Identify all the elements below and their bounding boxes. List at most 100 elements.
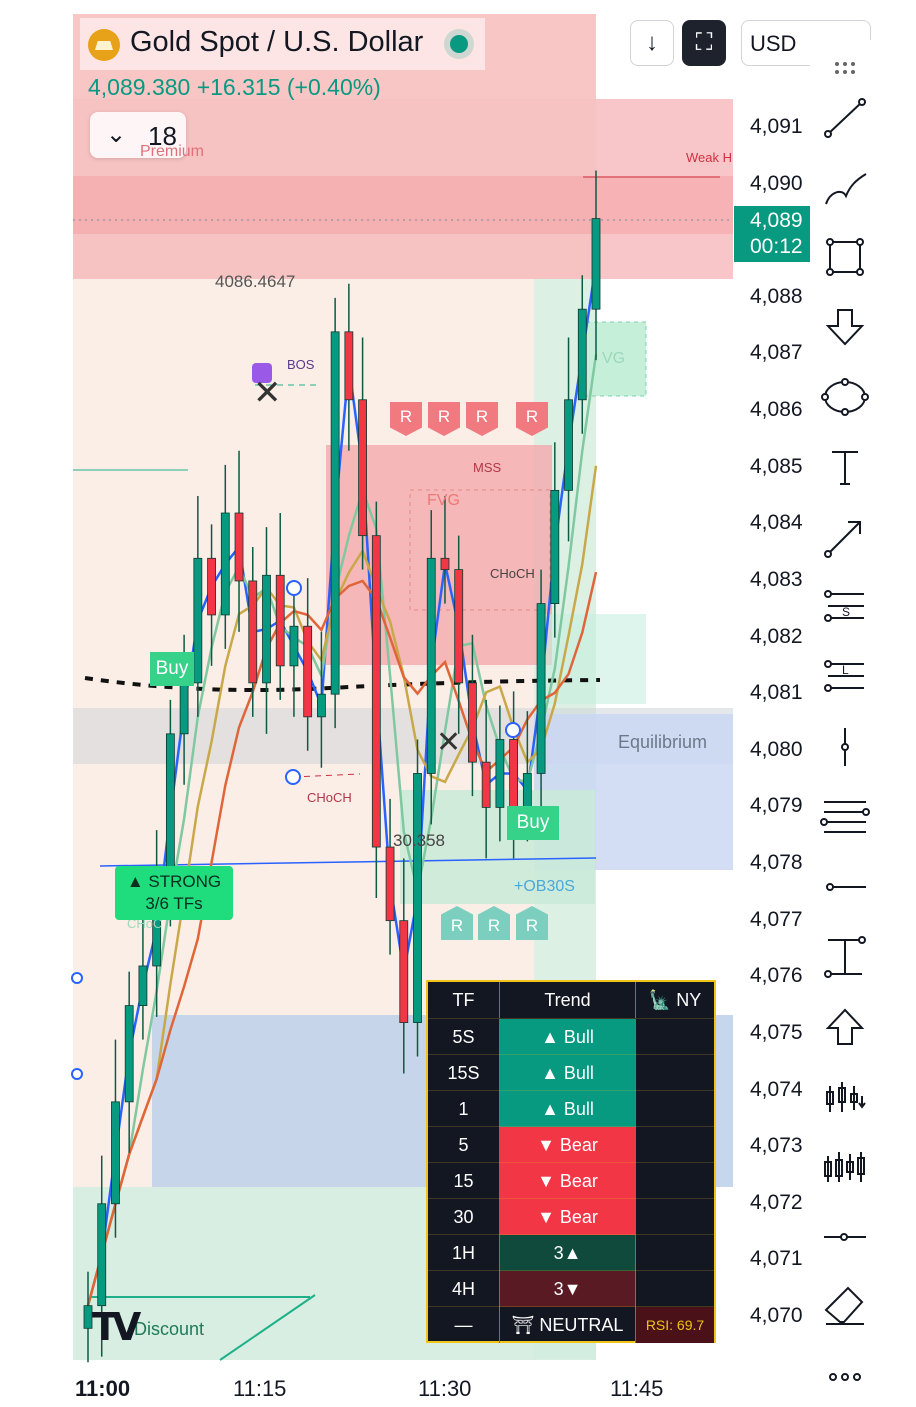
weak-high-zone <box>73 176 733 234</box>
horizontal-line-icon[interactable] <box>820 862 870 912</box>
candle-body <box>440 557 450 571</box>
swing-point-marker <box>71 972 83 984</box>
rsi-value: RSI: 69.7 <box>636 1307 714 1343</box>
market-open-icon <box>450 35 468 53</box>
candle-body <box>591 218 601 310</box>
trend-table: TF Trend 🗽 NY 5S ▲ Bull 15S ▲ Bull 1 ▲ Bull 5 ▼… <box>426 980 716 1343</box>
tf-cell: 1 <box>428 1091 500 1127</box>
trend-cell: ▼ Bear <box>500 1127 636 1163</box>
fib-retracement-icon[interactable] <box>820 792 870 842</box>
trend-cell: ▲ Bull <box>500 1019 636 1055</box>
horizontal-ray-icon[interactable] <box>820 1212 870 1262</box>
volume-profile-icon[interactable] <box>820 1072 870 1122</box>
price-tick: 4,080 <box>750 737 803 761</box>
candle-body <box>248 580 258 684</box>
arrow-down-icon[interactable] <box>820 302 870 352</box>
candle-body <box>124 1005 134 1103</box>
tf-cell: 5 <box>428 1127 500 1163</box>
trend-row: 30 ▼ Bear <box>428 1198 714 1235</box>
arrow-down-icon: ↓ <box>646 29 658 56</box>
tf-cell: 30 <box>428 1199 500 1235</box>
price-tick: 4,083 <box>750 567 803 591</box>
vertical-line-icon[interactable] <box>820 722 870 772</box>
fvg-label-2: VG <box>602 350 626 367</box>
download-button[interactable]: ↓ <box>630 20 674 66</box>
candle-body <box>358 399 367 537</box>
price-tick: 4,078 <box>750 851 803 875</box>
candle-body <box>481 761 491 808</box>
price-tick: 4,091 <box>750 115 803 138</box>
trend-cell: ▼ Bear <box>500 1199 636 1235</box>
arrow-line-icon[interactable] <box>820 512 870 562</box>
price-tick: 4,086 <box>750 398 803 422</box>
trend-cell: ▲ Bull <box>500 1091 636 1127</box>
candle-body <box>193 557 203 684</box>
price-tick: 4,081 <box>750 681 803 705</box>
swing-point-marker <box>505 722 521 738</box>
svg-text:S: S <box>842 605 850 619</box>
trend-row: 4H 3▼ <box>428 1270 714 1307</box>
eraser-icon[interactable] <box>820 1282 870 1332</box>
price-tick: 4,073 <box>750 1134 803 1158</box>
ellipse-icon[interactable] <box>820 372 870 422</box>
price-tick: 4,072 <box>750 1190 803 1214</box>
candle-body <box>426 557 436 774</box>
symbol-title[interactable]: Gold Spot / U.S. Dollar <box>130 26 423 59</box>
candles-icon[interactable] <box>820 1142 870 1192</box>
price-tick: 4,084 <box>750 511 803 535</box>
long-position-icon[interactable]: L <box>820 652 870 702</box>
time-tick: 11:30 <box>418 1376 472 1401</box>
candle-body <box>413 773 422 1023</box>
trend-row: 1H 3▲ <box>428 1234 714 1271</box>
last-price-tag: 4,089 00:12 <box>734 206 810 262</box>
rectangle-icon[interactable] <box>820 232 870 282</box>
arrow-up-icon[interactable] <box>820 1002 870 1052</box>
swing-point-marker <box>285 769 301 785</box>
candle-body <box>550 489 560 605</box>
session-cell <box>636 1019 714 1055</box>
trend-table-footer: — ⛩ NEUTRAL RSI: 69.7 <box>428 1306 714 1343</box>
weak-high-label: Weak H <box>686 150 732 165</box>
price-tick: 4,090 <box>750 171 803 195</box>
measure-icon[interactable] <box>820 932 870 982</box>
choch-label-2: CHoCH <box>307 790 352 805</box>
candle-body <box>220 512 230 616</box>
trend-line-icon[interactable] <box>820 94 870 144</box>
high-price-label: 4086.4647 <box>215 272 296 291</box>
tf-cell: 15S <box>428 1055 500 1091</box>
swing-point-marker <box>71 1068 83 1080</box>
buy-signal-label-2: Buy <box>507 806 559 840</box>
brush-icon[interactable] <box>820 162 870 212</box>
candle-body <box>83 1305 93 1329</box>
equilibrium-label: Equilibrium <box>618 732 708 752</box>
drag-handle-icon[interactable] <box>820 46 870 96</box>
mss-label: MSS <box>473 460 502 475</box>
price-tick: 4,074 <box>750 1077 803 1101</box>
candle-body <box>577 308 587 401</box>
session-cell <box>636 1055 714 1091</box>
trend-row: 5S ▲ Bull <box>428 1018 714 1055</box>
candle-body <box>330 331 340 695</box>
short-position-icon[interactable]: S <box>820 582 870 632</box>
candle-body <box>207 557 216 616</box>
candle-body <box>564 399 573 491</box>
more-icon[interactable] <box>820 1352 870 1402</box>
price-tick: 4,087 <box>750 341 803 365</box>
trend-row: 1 ▲ Bull <box>428 1090 714 1127</box>
session-cell <box>636 1091 714 1127</box>
chevron-down-icon: ⌄ <box>106 121 127 148</box>
candle-body <box>344 331 354 401</box>
session-cell <box>636 1235 714 1271</box>
candle-body <box>289 625 299 667</box>
text-icon[interactable] <box>820 442 870 492</box>
trend-row: 5 ▼ Bear <box>428 1126 714 1163</box>
fullscreen-button[interactable]: ⛶ <box>682 20 726 66</box>
x-marker: ✕ <box>253 373 282 413</box>
footer-trend: ⛩ NEUTRAL <box>500 1307 636 1343</box>
trend-row: 15S ▲ Bull <box>428 1054 714 1091</box>
strong-trend-badge: ▲ STRONG 3/6 TFs <box>115 866 233 920</box>
candle-body <box>454 569 464 684</box>
candle-body <box>495 739 505 808</box>
bos-label: BOS <box>287 357 315 372</box>
candle-body <box>317 693 326 718</box>
